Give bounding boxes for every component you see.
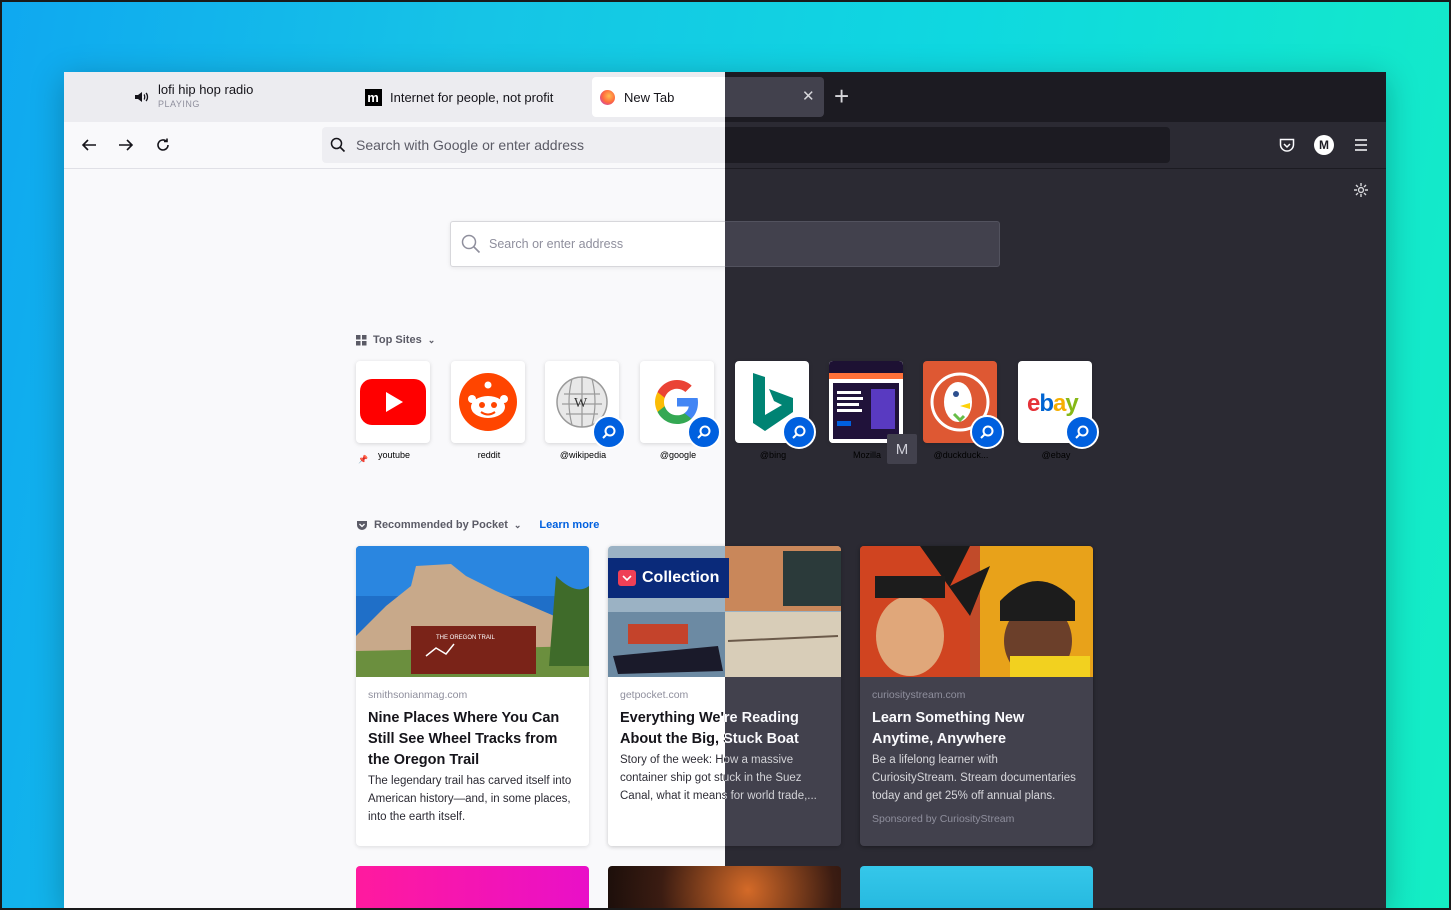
speaker-icon[interactable] bbox=[132, 88, 150, 106]
top-site-label: @wikipedia bbox=[559, 450, 607, 460]
forward-arrow-icon[interactable] bbox=[115, 134, 137, 156]
top-site-reddit[interactable]: reddit bbox=[451, 361, 527, 460]
reddit-icon bbox=[459, 373, 517, 431]
browser-window: lofi hip hop radio PLAYING m Internet for… bbox=[64, 72, 1386, 910]
mozilla-icon: m bbox=[364, 88, 382, 106]
avatar: M bbox=[1314, 135, 1334, 155]
search-icon bbox=[461, 234, 481, 254]
story-title: Everything We're Reading About the Big, … bbox=[620, 708, 829, 750]
top-site-label: reddit bbox=[477, 450, 501, 460]
top-site-label: @ebay bbox=[1041, 450, 1071, 460]
top-sites-header[interactable]: Top Sites ⌄ bbox=[356, 334, 435, 346]
pocket-icon bbox=[618, 570, 636, 586]
tab-title: New Tab bbox=[624, 89, 675, 105]
top-site-youtube[interactable]: youtube 📌 bbox=[356, 361, 432, 464]
search-shortcut-badge bbox=[782, 415, 816, 449]
youtube-icon bbox=[360, 379, 426, 425]
search-icon bbox=[330, 137, 346, 153]
story-title: Nine Places Where You Can Still See Whee… bbox=[368, 710, 560, 768]
back-arrow-icon[interactable] bbox=[78, 134, 100, 156]
pin-icon: 📌 bbox=[358, 455, 368, 464]
chevron-down-icon: ⌄ bbox=[513, 519, 522, 530]
top-sites-label: Top Sites bbox=[373, 334, 422, 346]
tab-title: lofi hip hop radio bbox=[158, 82, 254, 97]
svg-text:ebay: ebay bbox=[1027, 390, 1079, 417]
top-site-label: @duckduck... bbox=[933, 450, 989, 460]
story-card-partial[interactable] bbox=[860, 866, 1093, 910]
top-site-label: @google bbox=[659, 450, 697, 460]
reload-icon[interactable] bbox=[152, 134, 174, 156]
pocket-label: Recommended by Pocket bbox=[374, 519, 508, 531]
search-shortcut-badge bbox=[1065, 415, 1099, 449]
tab-mozilla[interactable]: m Internet for people, not profit bbox=[364, 77, 553, 117]
pocket-header: Recommended by Pocket ⌄ Learn more bbox=[356, 519, 599, 531]
tab-strip: lofi hip hop radio PLAYING m Internet for… bbox=[64, 72, 725, 122]
story-excerpt: The legendary trail has carved itself in… bbox=[368, 775, 572, 823]
tab-playing-label: PLAYING bbox=[158, 99, 200, 109]
close-tab-icon[interactable]: ✕ bbox=[802, 89, 815, 104]
search-shortcut-badge bbox=[687, 415, 721, 449]
top-site-mozilla[interactable]: M Mozilla bbox=[829, 361, 917, 464]
account-button[interactable]: M bbox=[1313, 134, 1335, 156]
newtab-search-placeholder: Search or enter address bbox=[489, 237, 624, 251]
story-excerpt: Be a lifelong learner with CuriosityStre… bbox=[872, 754, 1076, 802]
top-site-wikipedia[interactable]: W @wikipedia bbox=[545, 361, 626, 460]
search-shortcut-badge bbox=[970, 415, 1004, 449]
story-card-sponsored[interactable]: curiositystream.com Learn Something New … bbox=[860, 546, 1093, 846]
tab-strip-dark: ✕ + bbox=[725, 72, 1386, 122]
gear-icon[interactable] bbox=[1353, 182, 1369, 203]
pocket-save-icon[interactable] bbox=[1276, 134, 1298, 156]
story-image: Collection bbox=[608, 546, 841, 677]
top-site-duckduckgo[interactable]: @duckduck... bbox=[923, 361, 1004, 460]
chevron-down-icon: ⌄ bbox=[427, 334, 436, 345]
svg-text:W: W bbox=[574, 396, 588, 411]
collection-tag: Collection bbox=[608, 558, 730, 598]
new-tab-plus-icon[interactable]: + bbox=[834, 83, 849, 109]
url-bar[interactable]: Search with Google or enter address bbox=[322, 127, 725, 163]
story-source: getpocket.com bbox=[620, 689, 689, 701]
pocket-icon bbox=[357, 520, 367, 530]
mozilla-screenshot bbox=[829, 361, 903, 443]
firefox-icon bbox=[598, 88, 616, 106]
tab-lofi-radio[interactable]: lofi hip hop radio PLAYING bbox=[132, 77, 253, 117]
nav-toolbar-dark: M bbox=[725, 122, 1386, 169]
story-card-partial[interactable] bbox=[608, 866, 841, 910]
learn-more-link[interactable]: Learn more bbox=[539, 519, 599, 531]
nav-toolbar: Search with Google or enter address bbox=[64, 122, 725, 169]
url-bar-dark[interactable] bbox=[725, 127, 1170, 163]
tab-title: Internet for people, not profit bbox=[390, 89, 554, 105]
top-site-ebay[interactable]: ebay @ebay bbox=[1018, 361, 1099, 460]
top-site-google[interactable]: @google bbox=[640, 361, 721, 460]
top-site-bing[interactable]: @bing bbox=[735, 361, 816, 460]
story-card-collection[interactable]: Collection getpocket.com Everything We'r… bbox=[608, 546, 841, 846]
svg-text:THE OREGON TRAIL: THE OREGON TRAIL bbox=[436, 635, 496, 641]
story-excerpt: Story of the week: How a massive contain… bbox=[620, 751, 829, 805]
url-bar-placeholder: Search with Google or enter address bbox=[356, 137, 585, 153]
story-image bbox=[860, 546, 1093, 677]
search-shortcut-badge bbox=[592, 415, 626, 449]
grid-icon bbox=[356, 334, 367, 345]
hamburger-menu-icon[interactable] bbox=[1350, 134, 1372, 156]
top-site-label: @bing bbox=[759, 450, 787, 460]
story-card[interactable]: THE OREGON TRAIL smithsonianmag.com Nine… bbox=[356, 546, 589, 846]
story-card-partial[interactable] bbox=[356, 866, 589, 910]
newtab-search-box[interactable]: Search or enter address bbox=[450, 221, 725, 267]
story-image: THE OREGON TRAIL bbox=[356, 546, 589, 677]
ebay-icon: ebay bbox=[1027, 390, 1080, 417]
newtab-search-box-dark[interactable] bbox=[725, 221, 1000, 267]
story-source: curiositystream.com bbox=[872, 689, 966, 701]
mozilla-fallback-letter: M bbox=[887, 434, 917, 464]
story-source: smithsonianmag.com bbox=[368, 689, 468, 701]
sponsored-label: Sponsored by CuriosityStream bbox=[872, 813, 1015, 825]
tab-new-tab[interactable]: New Tab bbox=[592, 77, 725, 117]
story-title: Learn Something New Anytime, Anywhere bbox=[872, 710, 1025, 747]
